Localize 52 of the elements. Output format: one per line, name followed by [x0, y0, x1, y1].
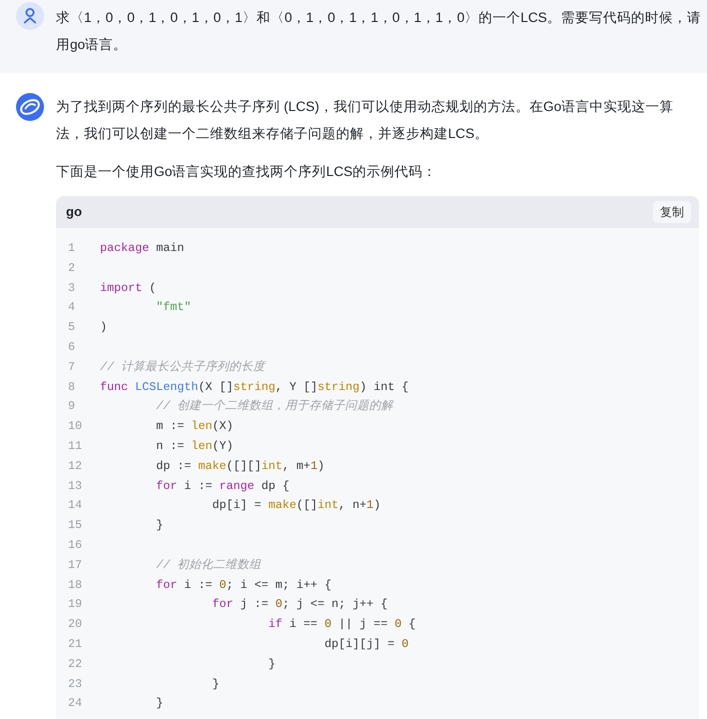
code-line: for j := 0; j <= n; j++ { [212, 597, 388, 612]
line-number: 14 [68, 497, 84, 514]
line-number: 24 [68, 695, 84, 712]
line-number: 12 [68, 458, 84, 475]
line-number: 9 [68, 398, 76, 416]
code-line: // 创建一个二维数组，用于存储子问题的解 [156, 399, 394, 414]
code-line: for i := 0; i <= m; i++ { [156, 578, 332, 592]
code-line: import ( [100, 280, 156, 295]
code-line: } [156, 518, 164, 532]
code-line: dp := make([][]int, m+1) [156, 458, 324, 473]
code-line: m := len(X) [156, 419, 234, 434]
line-number: 6 [68, 338, 76, 356]
code-line: } [268, 656, 276, 671]
language-label: go [66, 203, 82, 222]
line-number: 23 [68, 676, 84, 693]
line-number: 16 [68, 536, 84, 554]
code-line: package main [100, 241, 184, 255]
line-number: 20 [68, 616, 84, 634]
line-number: 17 [68, 556, 84, 574]
code-line: n := len(Y) [156, 438, 234, 453]
line-number: 21 [68, 636, 84, 653]
code-line: "fmt" [156, 300, 192, 314]
person-avatar-icon [16, 2, 44, 30]
code-line: // 初始化二维数组 [156, 558, 262, 572]
code-line: ) [100, 320, 108, 334]
line-number: 19 [68, 596, 84, 614]
code-line: if i == 0 || j == 0 { [268, 617, 416, 632]
line-number: 1 [68, 240, 76, 257]
line-number: 11 [68, 438, 84, 455]
code-line: func LCSLength(X []string, Y []string) int { [100, 380, 409, 394]
code-line: // 计算最长公共子序列的长度 [100, 360, 266, 374]
line-number: 22 [68, 656, 84, 673]
code-line: dp[i][j] = 0 [324, 636, 409, 651]
line-number: 15 [68, 517, 84, 534]
line-number: 10 [68, 418, 84, 436]
line-number: 4 [68, 299, 76, 316]
assistant-paragraph: 为了找到两个序列的最长公共子序列 (LCS)，我们可以使用动态规划的方法。在Go语言中实现这一算法，我们可以创建一个二维数组来存储子问题的解，并逐步构建LCS。 [56, 98, 674, 143]
code-line: } [156, 696, 164, 710]
line-number: 2 [68, 260, 76, 277]
orbit-logo-icon [16, 93, 44, 121]
line-number: 13 [68, 478, 84, 495]
user-message-text: 求〈1，0，0，1，0，1，0，1〉和〈0，1，0，1，1，0，1，1，0〉的一个LCS。需要写代码的时候，请用go语言。 [56, 8, 701, 54]
code-line: dp[i] = make([]int, n+1) [212, 498, 381, 512]
code-line: } [212, 676, 220, 691]
assistant-paragraph: 下面是一个使用Go语言实现的查找两个序列LCS的示例代码： [56, 163, 438, 181]
code-line: for i := range dp { [156, 478, 290, 493]
copy-button[interactable]: 复制 [653, 201, 691, 223]
line-number: 5 [68, 319, 76, 336]
line-number: 18 [68, 576, 84, 594]
line-number: 7 [68, 358, 76, 376]
line-number: 3 [68, 280, 76, 297]
line-number: 8 [68, 378, 76, 396]
